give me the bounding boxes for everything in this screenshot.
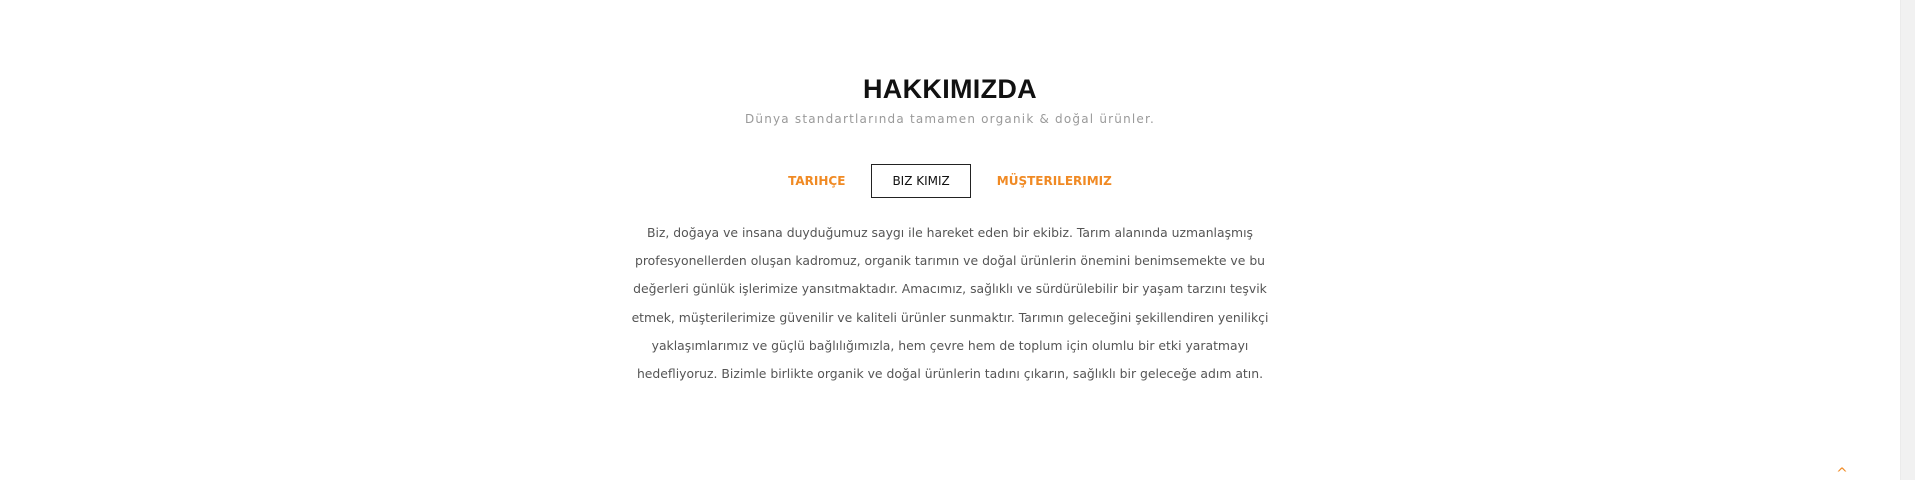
chevron-up-icon: ^ — [1836, 466, 1848, 480]
back-to-top-button[interactable]: ^ — [1836, 466, 1848, 480]
tab-content-text: Biz, doğaya ve insana duyduğumuz saygı i… — [631, 225, 1269, 382]
tab-customers[interactable]: MÜŞTERILERIMIZ — [997, 164, 1112, 198]
page: HAKKIMIZDA Dünya standartlarında tamamen… — [0, 0, 1915, 480]
tab-history[interactable]: TARIHÇE — [788, 164, 845, 198]
section-title: HAKKIMIZDA — [863, 74, 1037, 104]
about-tabs: TARIHÇE BIZ KIMIZ MÜŞTERILERIMIZ — [0, 164, 1900, 198]
tab-who-we-are[interactable]: BIZ KIMIZ — [871, 164, 971, 198]
page-scrollbar[interactable] — [1900, 0, 1915, 480]
section-subtitle: Dünya standartlarında tamamen organik & … — [744, 112, 1156, 126]
